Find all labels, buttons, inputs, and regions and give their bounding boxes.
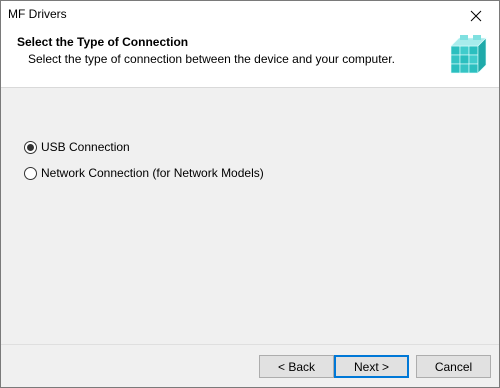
back-button[interactable]: < Back <box>259 355 334 378</box>
usb-connection-radio[interactable] <box>24 140 37 154</box>
network-connection-label: Network Connection (for Network Models) <box>41 166 264 180</box>
page-subtitle: Select the type of connection between th… <box>28 52 395 66</box>
installer-window: MF Drivers Select the Type of Connection… <box>0 0 500 388</box>
footer-divider <box>1 344 499 345</box>
window-title: MF Drivers <box>8 7 67 21</box>
network-connection-radio[interactable] <box>24 166 37 180</box>
usb-connection-label: USB Connection <box>41 140 130 154</box>
connection-options: USB Connection Network Connection (for N… <box>1 88 499 343</box>
usb-connection-option[interactable]: USB Connection <box>24 140 130 154</box>
close-button[interactable] <box>453 1 499 30</box>
title-bar: MF Drivers <box>1 1 499 30</box>
network-connection-option[interactable]: Network Connection (for Network Models) <box>24 166 264 180</box>
close-icon <box>470 10 482 21</box>
radio-selected-dot <box>27 143 34 151</box>
cancel-button[interactable]: Cancel <box>416 355 491 378</box>
wizard-header: Select the Type of Connection Select the… <box>1 30 499 88</box>
installer-cubes-icon <box>450 35 487 74</box>
page-title: Select the Type of Connection <box>17 35 189 49</box>
next-button[interactable]: Next > <box>334 355 409 378</box>
